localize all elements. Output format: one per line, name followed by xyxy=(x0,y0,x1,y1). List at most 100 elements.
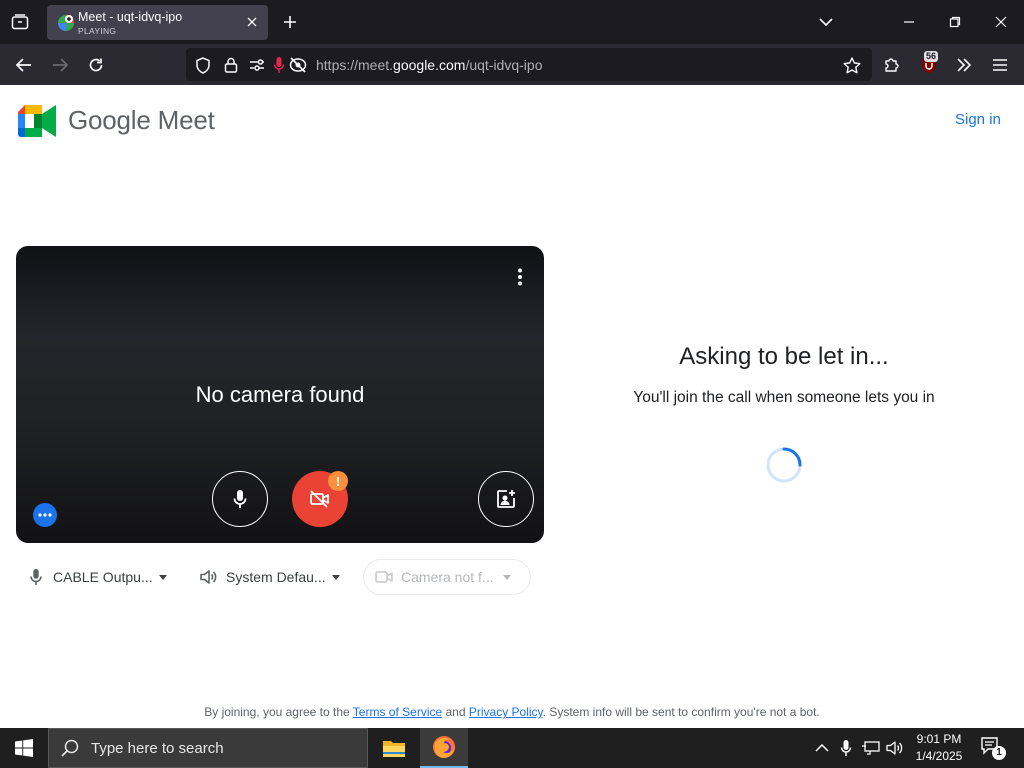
volume-icon[interactable] xyxy=(885,738,905,758)
sign-in-link[interactable]: Sign in xyxy=(955,111,1001,128)
microphone-select-value: CABLE Outpu... xyxy=(53,569,153,585)
notification-count-badge: 1 xyxy=(992,746,1006,760)
microphone-toggle-button[interactable] xyxy=(212,471,268,527)
search-placeholder: Type here to search xyxy=(91,739,224,757)
close-icon xyxy=(247,17,257,27)
more-horizontal-icon xyxy=(38,513,52,517)
reload-button[interactable] xyxy=(82,51,110,79)
reload-icon xyxy=(89,58,103,72)
firefox-taskbar-button[interactable] xyxy=(420,728,468,768)
forward-button[interactable] xyxy=(46,51,74,79)
portrait-add-icon xyxy=(497,490,515,508)
caret-down-icon xyxy=(158,574,167,580)
taskbar-clock[interactable]: 9:01 PM 1/4/2025 xyxy=(906,731,972,765)
microphone-select[interactable]: CABLE Outpu... xyxy=(28,559,167,595)
close-icon xyxy=(995,16,1007,28)
folder-icon xyxy=(383,741,405,757)
brand-name: Google Meet xyxy=(68,105,215,135)
tab-title: Meet - uqt-idvq-ipo xyxy=(78,10,183,24)
overflow-menu-button[interactable] xyxy=(950,51,978,79)
camera-warning-badge[interactable]: ! xyxy=(328,471,348,491)
tab-close-button[interactable] xyxy=(244,14,260,30)
url-path: /uqt-idvq-ipo xyxy=(465,57,543,73)
visual-effects-button[interactable] xyxy=(33,503,57,527)
speaker-icon xyxy=(200,570,217,584)
star-icon xyxy=(843,56,861,73)
windows-logo-icon xyxy=(15,739,33,757)
url-prefix: https://meet. xyxy=(316,57,394,73)
asking-title: Asking to be let in... xyxy=(679,343,889,370)
loading-spinner-icon xyxy=(766,447,802,483)
window-close-button[interactable] xyxy=(987,8,1015,36)
caret-down-icon xyxy=(502,574,511,580)
add-background-button[interactable] xyxy=(478,471,534,527)
tab-bar: Meet - uqt-idvq-ipo PLAYING xyxy=(0,0,1024,44)
app-menu-button[interactable] xyxy=(986,51,1014,79)
list-all-tabs-button[interactable] xyxy=(812,8,840,36)
camera-blocked-icon[interactable] xyxy=(289,56,307,74)
restore-icon xyxy=(949,16,961,28)
url-bar[interactable]: https://meet.google.com/uqt-idvq-ipo xyxy=(186,48,872,81)
footer-suffix: . System info will be sent to confirm yo… xyxy=(542,705,820,719)
arrow-right-icon xyxy=(53,58,68,72)
privacy-policy-link[interactable]: Privacy Policy xyxy=(469,705,543,719)
bookmark-star-button[interactable] xyxy=(843,56,861,74)
terms-of-service-link[interactable]: Terms of Service xyxy=(353,705,442,719)
caret-down-icon xyxy=(331,574,340,580)
minimize-button[interactable] xyxy=(895,8,923,36)
tray-microphone-icon[interactable] xyxy=(836,738,856,758)
camera-select-value: Camera not f... xyxy=(401,569,494,585)
arrow-left-icon xyxy=(16,58,31,72)
tab-list-button[interactable] xyxy=(6,8,34,36)
camera-select[interactable]: Camera not f... xyxy=(363,559,531,595)
new-tab-button[interactable] xyxy=(278,10,302,34)
browser-chrome: Meet - uqt-idvq-ipo PLAYING https://meet… xyxy=(0,0,1024,85)
tab-list-icon xyxy=(11,14,29,30)
permissions-icon[interactable] xyxy=(248,56,266,74)
google-meet-logo-icon xyxy=(18,105,56,137)
network-icon[interactable] xyxy=(861,738,881,758)
double-chevron-right-icon xyxy=(957,58,972,72)
minimize-icon xyxy=(904,21,914,23)
windows-taskbar: Type here to search 9:01 PM 1/4/2025 1 xyxy=(0,728,1024,768)
clock-time: 9:01 PM xyxy=(916,732,962,746)
nav-bar: https://meet.google.com/uqt-idvq-ipo 56 xyxy=(0,44,1024,85)
asking-subtitle: You'll join the call when someone lets y… xyxy=(633,389,935,406)
camera-off-icon xyxy=(310,490,329,508)
camera-icon xyxy=(375,571,393,583)
action-center-button[interactable]: 1 xyxy=(980,736,1006,760)
taskbar-search-box[interactable]: Type here to search xyxy=(48,728,368,768)
consent-footer: By joining, you agree to the Terms of Se… xyxy=(0,705,1024,719)
speaker-select-value: System Defau... xyxy=(226,569,326,585)
microphone-icon xyxy=(233,490,247,508)
lock-icon[interactable] xyxy=(222,56,240,74)
meet-favicon-icon xyxy=(58,15,74,31)
extensions-button[interactable] xyxy=(878,51,906,79)
show-hidden-icons-button[interactable] xyxy=(812,738,832,758)
puzzle-icon xyxy=(885,58,899,72)
tab-playing-status: PLAYING xyxy=(78,26,117,36)
search-icon xyxy=(61,739,79,757)
url-text[interactable]: https://meet.google.com/uqt-idvq-ipo xyxy=(316,57,542,73)
no-camera-message: No camera found xyxy=(195,382,365,407)
start-button[interactable] xyxy=(0,728,48,768)
more-vertical-icon xyxy=(518,268,522,286)
microphone-active-icon[interactable] xyxy=(270,56,288,74)
speaker-select[interactable]: System Defau... xyxy=(200,559,340,595)
more-options-button[interactable] xyxy=(512,266,528,288)
footer-prefix: By joining, you agree to the xyxy=(204,705,353,719)
video-preview: No camera found xyxy=(16,246,544,543)
clock-date: 1/4/2025 xyxy=(915,749,963,763)
back-button[interactable] xyxy=(10,51,38,79)
firefox-icon xyxy=(433,736,455,758)
hamburger-icon xyxy=(993,59,1007,71)
microphone-icon xyxy=(30,568,42,586)
plus-icon xyxy=(284,16,296,28)
file-explorer-taskbar-button[interactable] xyxy=(370,728,418,768)
url-domain: google.com xyxy=(393,57,466,73)
chevron-up-icon xyxy=(815,744,829,752)
tab-meet[interactable]: Meet - uqt-idvq-ipo PLAYING xyxy=(47,5,268,40)
restore-button[interactable] xyxy=(941,8,969,36)
shield-icon[interactable] xyxy=(194,56,212,74)
footer-and: and xyxy=(442,705,469,719)
